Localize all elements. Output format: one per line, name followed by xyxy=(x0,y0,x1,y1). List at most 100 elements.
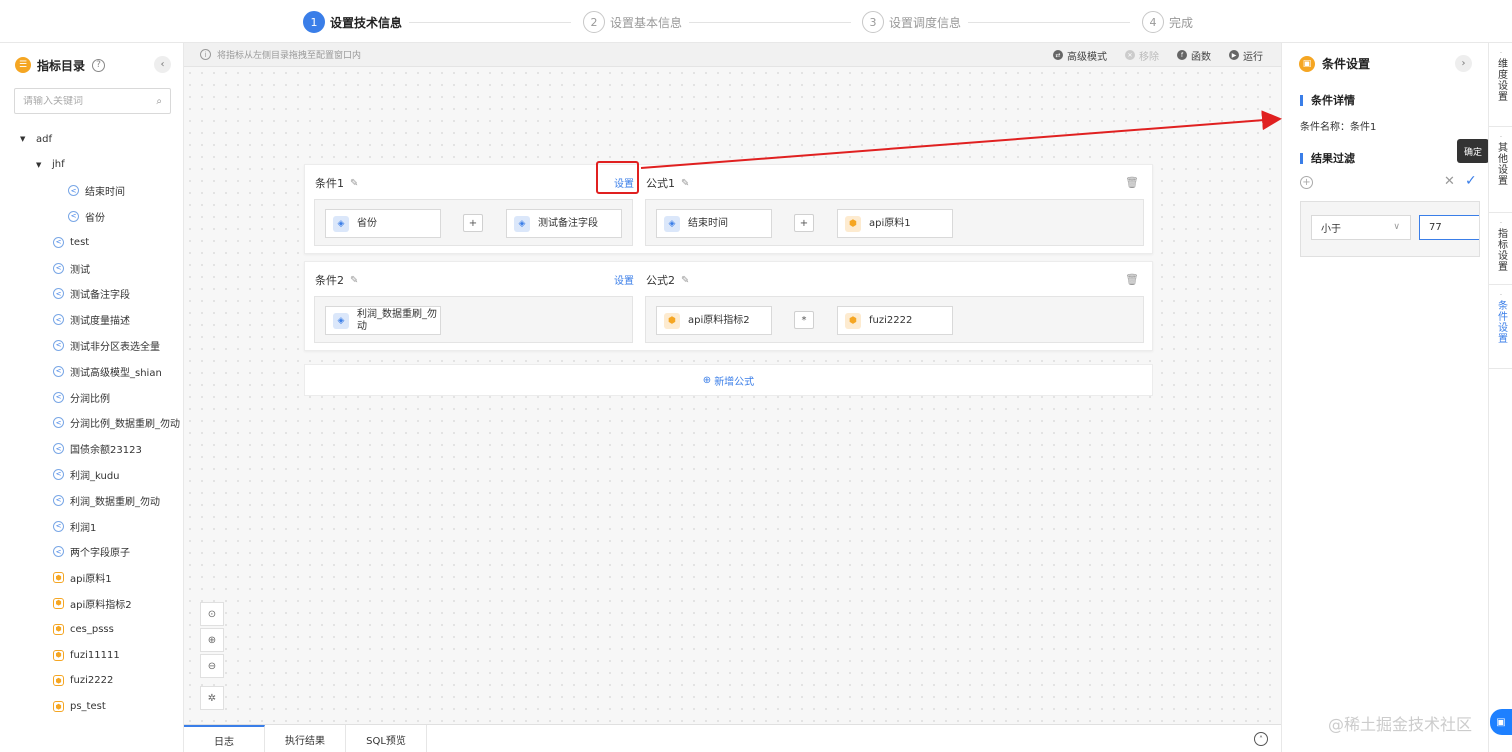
caret-down-icon[interactable]: ▼ xyxy=(20,135,28,143)
edit-icon[interactable]: ✎ xyxy=(681,178,689,189)
step-4[interactable]: 4 完成 xyxy=(1142,11,1193,33)
run-button[interactable]: ▶ 运行 xyxy=(1229,48,1263,63)
tab-dimension-settings[interactable]: · 维度设置 xyxy=(1489,43,1512,127)
tab-result[interactable]: 执行结果 xyxy=(265,725,346,752)
metric-chip[interactable]: ◈ 省份 xyxy=(325,209,441,238)
operator-button[interactable]: + xyxy=(463,214,483,232)
delete-formula-icon[interactable]: 🗑 xyxy=(1125,273,1139,286)
condition-dropzone[interactable]: ◈ 省份 + ◈ 测试备注字段 xyxy=(314,199,633,246)
remove-button[interactable]: ✕ 移除 xyxy=(1125,48,1159,63)
caret-down-icon[interactable]: ▼ xyxy=(36,161,44,169)
edit-icon[interactable]: ✎ xyxy=(350,275,358,286)
tool-label: 移除 xyxy=(1139,51,1159,63)
check-icon[interactable]: ✓ xyxy=(1465,173,1477,189)
edit-icon[interactable]: ✎ xyxy=(350,178,358,189)
tree-node[interactable]: ⬢ fuzi11111 xyxy=(53,647,120,663)
zoom-out-button[interactable]: ⊖ xyxy=(200,654,224,678)
tree-node[interactable]: < 利润_kudu xyxy=(53,466,120,482)
formula-dropzone[interactable]: ◈ 结束时间 + ⬢ api原料1 xyxy=(645,199,1144,246)
tree-node[interactable]: < 测试度量描述 xyxy=(53,312,130,328)
filter-value: 77 xyxy=(1429,222,1442,233)
advanced-mode-button[interactable]: ⇄ 高级模式 xyxy=(1053,48,1107,63)
add-formula-button[interactable]: ⊕ 新增公式 xyxy=(304,364,1153,396)
tree-node[interactable]: < 结束时间 xyxy=(68,183,125,199)
metric-icon: ⬢ xyxy=(53,675,64,687)
tree-node[interactable]: < 测试 xyxy=(53,260,90,276)
step-3[interactable]: 3 设置调度信息 xyxy=(862,11,961,33)
tree-node[interactable]: < 利润_数据重刷_勿动 xyxy=(53,492,160,508)
vtab-label: 指标设置 xyxy=(1495,228,1507,272)
step-connector xyxy=(409,22,571,23)
trash-icon: ✕ xyxy=(1125,50,1135,60)
tree-node-label: 国债余额23123 xyxy=(70,445,142,457)
search-input[interactable] xyxy=(23,95,143,107)
tree-node[interactable]: < 分润比例_数据重刷_勿动 xyxy=(53,415,180,431)
tab-sql-preview[interactable]: SQL预览 xyxy=(346,725,427,752)
operator-select[interactable]: 小于 ∨ xyxy=(1311,215,1411,240)
metric-icon: ⬢ xyxy=(53,623,64,635)
tree-node[interactable]: < 测试备注字段 xyxy=(53,286,130,302)
condition-dropzone[interactable]: ◈ 利润_数据重刷_勿动 xyxy=(314,296,633,343)
tree-node-label: 利润_kudu xyxy=(70,470,120,482)
metric-chip[interactable]: ◈ 结束时间 xyxy=(656,209,772,238)
zoom-in-button[interactable]: ⊕ xyxy=(200,628,224,652)
step-label: 设置调度信息 xyxy=(889,15,962,30)
filter-value-input[interactable]: 77 xyxy=(1419,215,1479,240)
step-1[interactable]: 1 设置技术信息 xyxy=(303,11,402,33)
question-icon[interactable]: ? xyxy=(92,58,106,72)
tree-folder[interactable]: ▼ adf xyxy=(20,131,52,147)
tab-condition-settings[interactable]: · 条件设置 xyxy=(1489,285,1512,369)
function-button[interactable]: f 函数 xyxy=(1177,48,1211,63)
condition-settings-panel: ▣ 条件设置 › 条件详情 条件名称：条件1 结果过滤 + 确定 ✕ ✓ 小于 ∨… xyxy=(1281,43,1489,752)
tree-node[interactable]: ⬢ ps_test xyxy=(53,699,106,715)
tree-node[interactable]: < 国债余额23123 xyxy=(53,441,142,457)
metric-chip[interactable]: ◈ 测试备注字段 xyxy=(506,209,622,238)
chip-label: 测试备注字段 xyxy=(538,217,598,229)
chip-label: fuzi2222 xyxy=(869,314,913,326)
fit-view-button[interactable]: ⊙ xyxy=(200,602,224,626)
delete-formula-icon[interactable]: 🗑 xyxy=(1125,176,1139,189)
name-label: 条件名称： xyxy=(1300,122,1350,133)
chevron-up-icon[interactable]: ˄ xyxy=(1254,732,1268,746)
tree-node[interactable]: < 测试非分区表选全量 xyxy=(53,337,160,353)
metric-chip[interactable]: ⬢ fuzi2222 xyxy=(837,306,953,335)
tree-node[interactable]: < 利润1 xyxy=(53,518,96,534)
tree-node[interactable]: ⬢ api原料1 xyxy=(53,570,112,586)
metric-icon: ⬢ xyxy=(845,312,861,329)
tree-node[interactable]: ⬢ api原料指标2 xyxy=(53,595,132,611)
tree-folder[interactable]: ▼ jhf xyxy=(36,157,65,173)
tree-node[interactable]: < 两个字段原子 xyxy=(53,544,130,560)
tree-node[interactable]: < 分润比例 xyxy=(53,389,110,405)
operator-button[interactable]: + xyxy=(794,214,814,232)
tab-log[interactable]: 日志 xyxy=(184,725,265,752)
tab-other-settings[interactable]: · 其他设置 xyxy=(1489,127,1512,213)
collapse-sidebar-button[interactable]: ‹ xyxy=(154,56,171,73)
condition-set-link[interactable]: 设置 xyxy=(614,272,634,287)
vtab-label: 其他设置 xyxy=(1495,142,1507,186)
catalog-icon: ☰ xyxy=(15,57,31,73)
config-canvas[interactable]: i 将指标从左侧目录拖拽至配置窗口内 ⇄ 高级模式 ✕ 移除 f 函数 ▶ 运行 条件1… xyxy=(184,43,1281,724)
tab-metric-settings[interactable]: · 指标设置 xyxy=(1489,213,1512,285)
tree-node[interactable]: ⬢ fuzi2222 xyxy=(53,673,113,689)
search-icon[interactable]: ⌕ xyxy=(156,96,162,107)
drag-hint: 将指标从左侧目录拖拽至配置窗口内 xyxy=(217,51,362,61)
tree-node[interactable]: ⬢ ces_psss xyxy=(53,621,114,637)
collapse-panel-button[interactable]: › xyxy=(1455,55,1472,72)
close-icon[interactable]: ✕ xyxy=(1444,174,1455,189)
formula-dropzone[interactable]: ⬢ api原料指标2 * ⬢ fuzi2222 xyxy=(645,296,1144,343)
dimension-icon: < xyxy=(53,443,64,455)
operator-button[interactable]: * xyxy=(794,311,814,329)
metric-chip[interactable]: ⬢ api原料1 xyxy=(837,209,953,238)
metric-chip[interactable]: ⬢ api原料指标2 xyxy=(656,306,772,335)
metric-chip[interactable]: ◈ 利润_数据重刷_勿动 xyxy=(325,306,441,335)
add-filter-icon[interactable]: + xyxy=(1300,176,1313,189)
edit-icon[interactable]: ✎ xyxy=(681,275,689,286)
tree-node[interactable]: < 省份 xyxy=(68,208,105,224)
tree-node[interactable]: < 测试高级模型_shian xyxy=(53,363,162,379)
target-icon: ⊙ xyxy=(207,608,217,620)
condition-set-link[interactable]: 设置 xyxy=(614,175,634,190)
tree-node[interactable]: < test xyxy=(53,234,89,250)
step-2[interactable]: 2 设置基本信息 xyxy=(583,11,682,33)
floating-action-button[interactable]: ▣ xyxy=(1490,709,1512,735)
layout-button[interactable]: ✲ xyxy=(200,686,224,710)
